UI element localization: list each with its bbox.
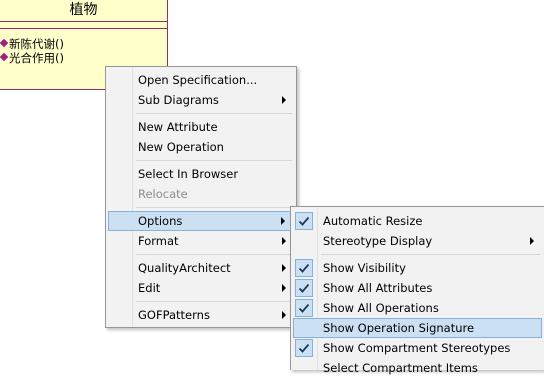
- menu-item-select-in-browser[interactable]: Select In Browser: [108, 164, 294, 184]
- menu-separator: [136, 113, 292, 114]
- submenu-item-show-compartment-stereotypes[interactable]: Show Compartment Stereotypes: [293, 338, 542, 358]
- menu-item-new-attribute[interactable]: New Attribute: [108, 117, 294, 137]
- submenu-item-stereotype-display[interactable]: Stereotype Display: [293, 231, 542, 251]
- operation-label: 光合作用(): [9, 51, 64, 65]
- menu-separator: [136, 301, 292, 302]
- context-menu: Open Specification... Sub Diagrams New A…: [105, 66, 297, 328]
- submenu-arrow-icon: [281, 217, 285, 225]
- submenu-item-show-operation-signature[interactable]: Show Operation Signature: [293, 318, 542, 338]
- operation-item[interactable]: 新陈代谢(): [0, 37, 167, 51]
- check-icon: [295, 259, 313, 277]
- check-icon: [295, 339, 313, 357]
- submenu-item-show-all-attributes[interactable]: Show All Attributes: [293, 278, 542, 298]
- menu-item-qualityarchitect[interactable]: QualityArchitect: [108, 258, 294, 278]
- check-icon: [295, 212, 313, 230]
- menu-separator: [136, 207, 292, 208]
- menu-item-relocate: Relocate: [138, 187, 188, 201]
- operation-item[interactable]: 光合作用(): [0, 51, 167, 65]
- check-icon: [295, 279, 313, 297]
- menu-separator: [136, 254, 292, 255]
- menu-item-edit[interactable]: Edit: [108, 278, 294, 298]
- check-icon: [295, 299, 313, 317]
- menu-item-options[interactable]: Options: [108, 211, 294, 231]
- operation-diamond-icon: [0, 52, 9, 62]
- class-name: 植物: [0, 0, 167, 22]
- operation-diamond-icon: [0, 38, 9, 48]
- submenu-arrow-icon: [282, 264, 286, 272]
- submenu-item-automatic-resize[interactable]: Automatic Resize: [293, 211, 542, 231]
- menu-item-gofpatterns[interactable]: GOFPatterns: [108, 305, 294, 325]
- submenu-item-show-all-operations[interactable]: Show All Operations: [293, 298, 542, 318]
- submenu-arrow-icon: [282, 96, 286, 104]
- attributes-compartment: [0, 22, 167, 29]
- menu-item-format[interactable]: Format: [108, 231, 294, 251]
- submenu-item-select-compartment-items[interactable]: Select Compartment Items: [293, 358, 542, 378]
- menu-item-open-specification[interactable]: Open Specification...: [108, 70, 294, 90]
- menu-separator: [321, 254, 540, 255]
- submenu-arrow-icon: [530, 237, 534, 245]
- options-submenu: Automatic Resize Stereotype Display Show…: [290, 206, 544, 375]
- submenu-arrow-icon: [282, 311, 286, 319]
- operations-compartment: 新陈代谢() 光合作用(): [0, 29, 167, 65]
- menu-item-sub-diagrams[interactable]: Sub Diagrams: [108, 90, 294, 110]
- submenu-item-show-visibility[interactable]: Show Visibility: [293, 258, 542, 278]
- menu-separator: [136, 160, 292, 161]
- submenu-arrow-icon: [282, 237, 286, 245]
- menu-item-new-operation[interactable]: New Operation: [108, 137, 294, 157]
- submenu-arrow-icon: [282, 284, 286, 292]
- operation-label: 新陈代谢(): [9, 37, 64, 51]
